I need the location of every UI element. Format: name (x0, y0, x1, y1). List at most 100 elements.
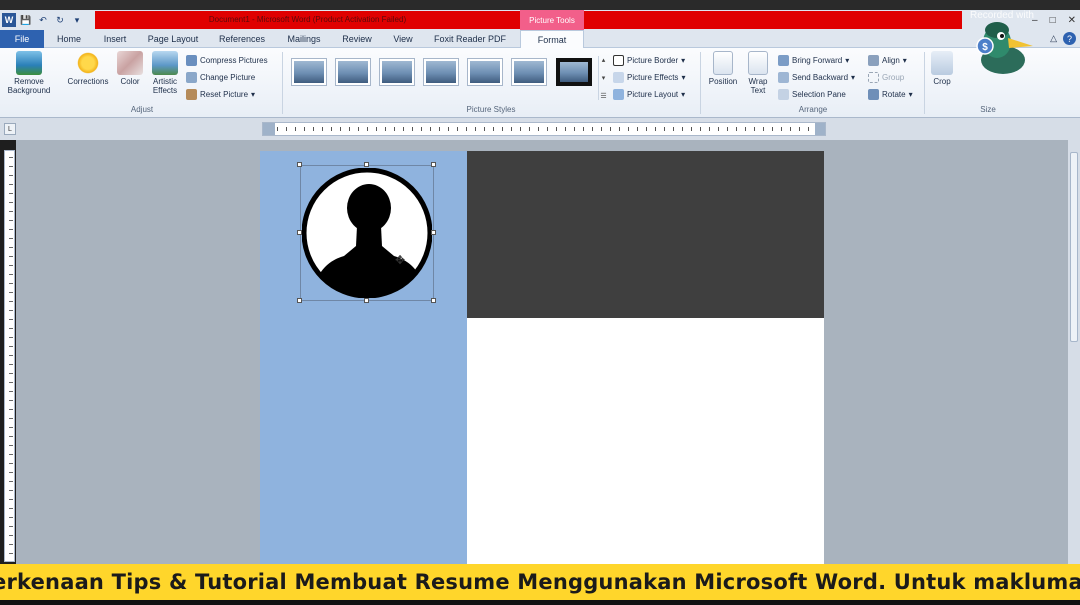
resize-handle-top-left[interactable] (297, 162, 302, 167)
document-page[interactable]: ✥ (260, 151, 824, 564)
tab-home[interactable]: Home (52, 30, 86, 48)
picture-style-7[interactable] (556, 58, 592, 86)
ruler-left-margin (263, 123, 275, 135)
ruler-tick (457, 127, 458, 131)
resize-handle-bottom[interactable] (364, 298, 369, 303)
reset-picture-button[interactable]: Reset Picture ▾ (186, 87, 255, 101)
picture-tools-contextual-tab: Picture Tools (520, 10, 584, 30)
compress-pictures-button[interactable]: Compress Pictures (186, 53, 268, 67)
resume-header-block[interactable] (467, 151, 824, 318)
ruler-tick (430, 127, 431, 131)
picture-effects-button[interactable]: Picture Effects ▾ (613, 70, 685, 84)
tab-format[interactable]: Format (520, 30, 584, 49)
tab-view[interactable]: View (386, 30, 420, 48)
position-button[interactable]: Position (704, 51, 742, 86)
ruler-tick (493, 127, 494, 131)
ruler-tick (9, 454, 13, 455)
ruler-tick (9, 265, 13, 266)
bring-forward-button[interactable]: Bring Forward ▾ (778, 53, 849, 67)
tab-foxit-reader-pdf[interactable]: Foxit Reader PDF (428, 30, 512, 48)
group-icon (868, 71, 879, 83)
wrap-text-button[interactable]: Wrap Text (742, 51, 774, 95)
restore-button[interactable]: □ (1050, 15, 1056, 26)
resize-handle-left[interactable] (297, 230, 302, 235)
redo-icon[interactable]: ↻ (53, 13, 67, 27)
ruler-tick (9, 508, 13, 509)
gallery-down-icon[interactable]: ▾ (602, 74, 606, 82)
picture-style-3[interactable] (379, 58, 415, 86)
artistic-effects-button[interactable]: Artistic Effects (146, 51, 184, 95)
resize-handle-right[interactable] (431, 230, 436, 235)
gallery-up-icon[interactable]: ▴ (602, 56, 606, 64)
ruler-tick (9, 238, 13, 239)
tab-page-layout[interactable]: Page Layout (142, 30, 204, 48)
resize-handle-top-right[interactable] (431, 162, 436, 167)
style-gallery-scroll[interactable]: ▴ ▾ ☰ (598, 56, 608, 100)
ruler-tick (9, 274, 13, 275)
document-title: Document1 - Microsoft Word (Product Acti… (208, 15, 407, 24)
picture-style-4[interactable] (423, 58, 459, 86)
ruler-tick (358, 127, 359, 131)
ruler-tick (9, 184, 13, 185)
vertical-scrollbar[interactable] (1068, 118, 1080, 564)
picture-style-5[interactable] (467, 58, 503, 86)
group-separator (282, 52, 283, 114)
picture-layout-button[interactable]: Picture Layout ▾ (613, 87, 685, 101)
align-button[interactable]: Align ▾ (868, 53, 907, 67)
picture-style-1[interactable] (291, 58, 327, 86)
word-logo-icon[interactable]: W (2, 13, 16, 27)
resize-handle-bottom-left[interactable] (297, 298, 302, 303)
ruler-toggle-icon[interactable]: L (4, 123, 16, 135)
ruler-tick (9, 193, 13, 194)
bring-forward-icon (778, 54, 789, 66)
corrections-button[interactable]: Corrections (64, 51, 112, 86)
picture-border-button[interactable]: Picture Border ▾ (613, 53, 685, 67)
resize-handle-bottom-right[interactable] (431, 298, 436, 303)
ruler-tick (682, 127, 683, 131)
crop-button[interactable]: Crop (928, 51, 956, 86)
ruler-tick (556, 127, 557, 131)
ruler-tick (547, 127, 548, 131)
ruler-tick (700, 127, 701, 131)
ribbon-collapse-icon[interactable]: △ (1050, 33, 1057, 44)
tab-references[interactable]: References (212, 30, 272, 48)
tab-review[interactable]: Review (336, 30, 378, 48)
remove-background-button[interactable]: Remove Background (4, 51, 54, 95)
undo-icon[interactable]: ↶ (36, 13, 50, 27)
dropdown-arrow-icon: ▾ (902, 55, 907, 65)
selected-profile-picture[interactable]: ✥ (297, 162, 436, 303)
move-cursor-icon: ✥ (395, 253, 406, 267)
tab-insert[interactable]: Insert (96, 30, 134, 48)
horizontal-ruler[interactable] (262, 122, 826, 136)
help-icon[interactable]: ? (1063, 32, 1076, 45)
change-picture-button[interactable]: Change Picture (186, 70, 255, 84)
gallery-more-icon[interactable]: ☰ (600, 92, 606, 100)
picture-style-2[interactable] (335, 58, 371, 86)
ruler-tick (808, 127, 809, 131)
ruler-area: L (0, 118, 1080, 140)
color-button[interactable]: Color (114, 51, 146, 86)
rotate-button[interactable]: Rotate ▾ (868, 87, 913, 101)
group-button[interactable]: Group (868, 70, 904, 84)
ruler-tick (565, 127, 566, 131)
resize-handle-top[interactable] (364, 162, 369, 167)
ruler-tick (709, 127, 710, 131)
dropdown-arrow-icon: ▾ (681, 89, 686, 99)
tab-file[interactable]: File (0, 30, 44, 48)
customize-qat-icon[interactable]: ▾ (70, 13, 84, 27)
picture-layout-icon (613, 88, 624, 100)
save-icon[interactable]: 💾 (19, 13, 33, 27)
ruler-tick (277, 127, 278, 131)
tab-mailings[interactable]: Mailings (280, 30, 328, 48)
dropdown-arrow-icon: ▾ (251, 89, 256, 99)
ruler-tick (9, 418, 13, 419)
ruler-tick (331, 127, 332, 131)
scrollbar-thumb[interactable] (1070, 152, 1078, 342)
selection-pane-button[interactable]: Selection Pane (778, 87, 846, 101)
picture-style-6[interactable] (511, 58, 547, 86)
send-backward-button[interactable]: Send Backward ▾ (778, 70, 855, 84)
ruler-tick (439, 127, 440, 131)
vertical-ruler[interactable] (4, 150, 15, 562)
close-button[interactable]: ✕ (1068, 15, 1076, 26)
ruler-tick (322, 127, 323, 131)
